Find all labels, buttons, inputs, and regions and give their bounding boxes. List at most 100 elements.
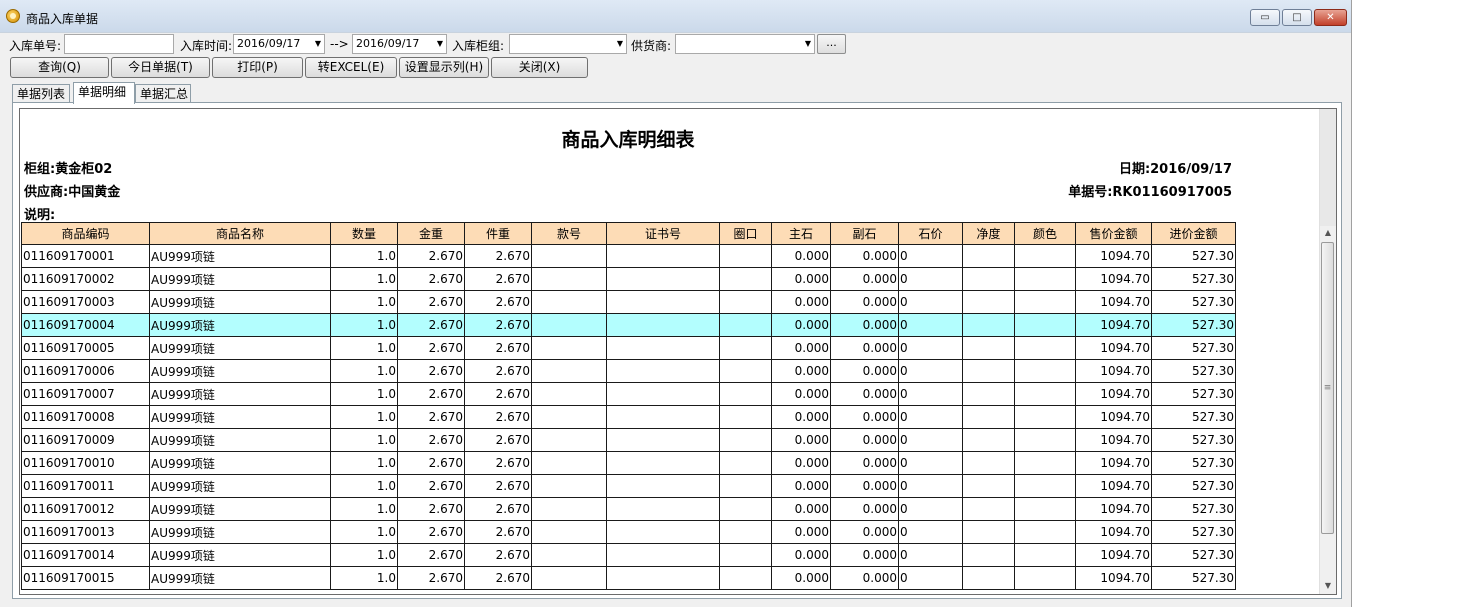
column-header[interactable]: 证书号 [606, 222, 720, 245]
table-row[interactable]: 011609170004 AU999项链 1.0 2.670 2.670 0.000 0.0… [21, 313, 1236, 337]
column-header[interactable]: 数量 [330, 222, 398, 245]
table-cell: 1.0 [330, 497, 398, 521]
print-button[interactable]: 打印(P) [212, 57, 303, 78]
column-header[interactable]: 净度 [962, 222, 1015, 245]
table-cell: 2.670 [397, 267, 465, 291]
scroll-thumb[interactable]: ≡ [1321, 242, 1334, 534]
table-row[interactable]: 011609170014 AU999项链 1.0 2.670 2.670 0.000 0.0… [21, 543, 1236, 567]
title-bar: 商品入库单据 ▭ □ ✕ [0, 0, 1351, 33]
query-button[interactable]: 查询(Q) [10, 57, 109, 78]
minimize-button[interactable]: ▭ [1250, 9, 1280, 26]
table-cell [962, 382, 1015, 406]
table-cell: 0.000 [830, 497, 899, 521]
table-row[interactable]: 011609170009 AU999项链 1.0 2.670 2.670 0.000 0.0… [21, 428, 1236, 452]
table-cell: 0 [898, 566, 963, 590]
table-row[interactable]: 011609170010 AU999项链 1.0 2.670 2.670 0.000 0.0… [21, 451, 1236, 475]
column-header[interactable]: 款号 [531, 222, 607, 245]
table-cell: 0.000 [830, 290, 899, 314]
supplier-browse-button[interactable]: ... [817, 34, 846, 54]
supplier-select[interactable]: ▼ [675, 34, 815, 54]
column-header[interactable]: 圈口 [719, 222, 772, 245]
close-button[interactable]: 关闭(X) [491, 57, 588, 78]
report-title: 商品入库明细表 [561, 129, 695, 151]
column-header[interactable]: 副石 [830, 222, 899, 245]
table-cell: AU999项链 [149, 336, 331, 360]
table-cell: 2.670 [397, 566, 465, 590]
table-cell: 2.670 [464, 336, 532, 360]
table-cell: 1094.70 [1075, 474, 1152, 498]
tab-summary[interactable]: 单据汇总 [135, 84, 191, 103]
table-row[interactable]: 011609170001 AU999项链 1.0 2.670 2.670 0.000 0.0… [21, 244, 1236, 268]
date-to-select[interactable]: 2016/09/17 ▼ [352, 34, 447, 54]
table-cell: 2.670 [464, 313, 532, 337]
table-cell [962, 405, 1015, 429]
column-header[interactable]: 件重 [464, 222, 532, 245]
table-cell: 1.0 [330, 336, 398, 360]
order-no-input[interactable] [64, 34, 174, 54]
table-cell [606, 566, 720, 590]
column-settings-button[interactable]: 设置显示列(H) [399, 57, 489, 78]
table-cell: AU999项链 [149, 405, 331, 429]
table-cell: 0.000 [830, 244, 899, 268]
tab-detail[interactable]: 单据明细 [73, 82, 135, 104]
table-cell: 0.000 [830, 313, 899, 337]
table-cell [1014, 244, 1076, 268]
table-cell: 0 [898, 405, 963, 429]
column-header[interactable]: 商品名称 [149, 222, 331, 245]
column-header[interactable]: 颜色 [1014, 222, 1076, 245]
table-row[interactable]: 011609170012 AU999项链 1.0 2.670 2.670 0.000 0.0… [21, 497, 1236, 521]
table-row[interactable]: 011609170015 AU999项链 1.0 2.670 2.670 0.000 0.0… [21, 566, 1236, 590]
column-header[interactable]: 售价金额 [1075, 222, 1152, 245]
table-row[interactable]: 011609170008 AU999项链 1.0 2.670 2.670 0.000 0.0… [21, 405, 1236, 429]
table-cell: 1.0 [330, 543, 398, 567]
table-cell: 0 [898, 520, 963, 544]
scroll-up-icon[interactable]: ▲ [1320, 225, 1336, 241]
close-window-button[interactable]: ✕ [1314, 9, 1347, 26]
table-cell [531, 428, 607, 452]
window-title: 商品入库单据 [26, 12, 99, 26]
table-cell [531, 543, 607, 567]
table-row[interactable]: 011609170002 AU999项链 1.0 2.670 2.670 0.000 0.0… [21, 267, 1236, 291]
table-cell: 2.670 [464, 566, 532, 590]
window-controls: ▭ □ ✕ [1250, 9, 1347, 26]
table-cell: 1094.70 [1075, 428, 1152, 452]
table-row[interactable]: 011609170006 AU999项链 1.0 2.670 2.670 0.000 0.0… [21, 359, 1236, 383]
table-row[interactable]: 011609170003 AU999项链 1.0 2.670 2.670 0.000 0.0… [21, 290, 1236, 314]
counter-select[interactable]: ▼ [509, 34, 627, 54]
table-cell: 2.670 [464, 474, 532, 498]
column-header[interactable]: 进价金额 [1151, 222, 1236, 245]
table-cell: 011609170004 [21, 313, 150, 337]
table-cell: 0.000 [830, 474, 899, 498]
maximize-button[interactable]: □ [1282, 9, 1312, 26]
column-header[interactable]: 主石 [771, 222, 831, 245]
column-header[interactable]: 商品编码 [21, 222, 150, 245]
table-row[interactable]: 011609170013 AU999项链 1.0 2.670 2.670 0.000 0.0… [21, 520, 1236, 544]
table-cell [719, 313, 772, 337]
column-header[interactable]: 石价 [898, 222, 963, 245]
today-button[interactable]: 今日单据(T) [111, 57, 210, 78]
date-from-select[interactable]: 2016/09/17 ▼ [233, 34, 325, 54]
table-cell: 527.30 [1151, 451, 1236, 475]
vertical-scrollbar[interactable]: ▲ ≡ ▼ [1319, 109, 1336, 594]
tab-list[interactable]: 单据列表 [12, 84, 70, 103]
export-excel-button[interactable]: 转EXCEL(E) [305, 57, 397, 78]
table-cell: 0.000 [830, 428, 899, 452]
table-row[interactable]: 011609170011 AU999项链 1.0 2.670 2.670 0.000 0.0… [21, 474, 1236, 498]
scroll-down-icon[interactable]: ▼ [1320, 578, 1336, 594]
table-row[interactable]: 011609170005 AU999项链 1.0 2.670 2.670 0.000 0.0… [21, 336, 1236, 360]
table-cell [1014, 497, 1076, 521]
table-cell [1014, 451, 1076, 475]
document-number: 单据号:RK01160917005 [1068, 185, 1232, 200]
table-cell [531, 497, 607, 521]
table-cell [531, 290, 607, 314]
table-cell: 0.000 [771, 336, 831, 360]
minimize-icon: ▭ [1260, 12, 1270, 23]
table-cell: 0.000 [830, 382, 899, 406]
table-cell: 1.0 [330, 520, 398, 544]
column-header[interactable]: 金重 [397, 222, 465, 245]
table-cell: 0 [898, 543, 963, 567]
table-cell: 0 [898, 428, 963, 452]
table-cell: 011609170001 [21, 244, 150, 268]
table-row[interactable]: 011609170007 AU999项链 1.0 2.670 2.670 0.000 0.0… [21, 382, 1236, 406]
table-cell [606, 382, 720, 406]
